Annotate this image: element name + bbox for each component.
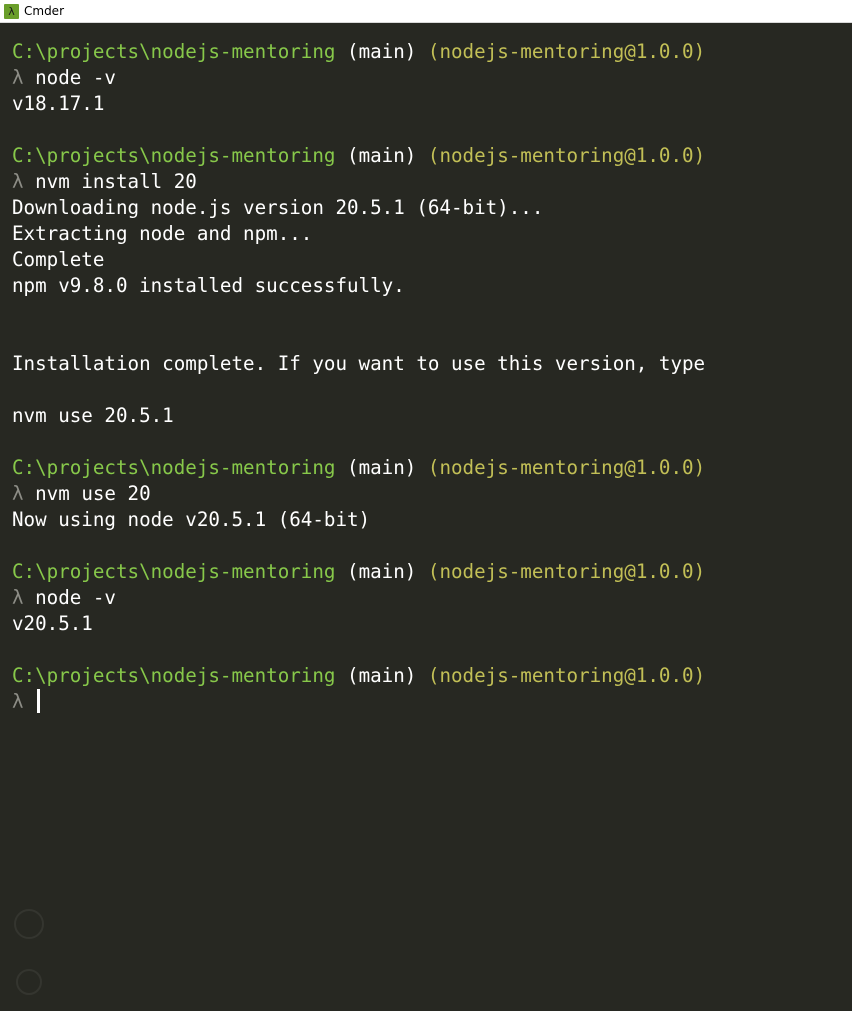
lambda-prompt-icon: λ xyxy=(12,66,24,89)
output-line: Downloading node.js version 20.5.1 (64-b… xyxy=(12,195,705,221)
command-text: nvm install 20 xyxy=(35,170,197,193)
prompt-branch: (main) xyxy=(347,144,417,167)
command-line: λ node -v xyxy=(12,585,705,611)
output-text: v20.5.1 xyxy=(12,612,93,635)
ghost-gear-icon xyxy=(16,969,42,995)
lambda-prompt-icon: λ xyxy=(12,170,24,193)
ghost-circle-icon xyxy=(14,909,44,939)
prompt-path: C:\projects\nodejs-mentoring xyxy=(12,144,336,167)
command-text: nvm use 20 xyxy=(35,482,151,505)
input-line[interactable]: λ xyxy=(12,689,705,715)
text-cursor xyxy=(37,689,41,713)
prompt-branch: (main) xyxy=(347,456,417,479)
output-text: Installation complete. If you want to us… xyxy=(12,352,706,375)
output-text: Now using node v20.5.1 (64-bit) xyxy=(12,508,371,531)
prompt-path: C:\projects\nodejs-mentoring xyxy=(12,560,336,583)
output-text: Extracting node and npm... xyxy=(12,222,313,245)
lambda-icon: λ xyxy=(4,3,19,19)
prompt-line: C:\projects\nodejs-mentoring (main) (nod… xyxy=(12,39,705,65)
output-line: nvm use 20.5.1 xyxy=(12,403,705,429)
blank-line xyxy=(12,325,705,351)
output-line: Now using node v20.5.1 (64-bit) xyxy=(12,507,705,533)
output-line: Installation complete. If you want to us… xyxy=(12,351,705,377)
blank-line xyxy=(12,299,705,325)
output-line: Complete xyxy=(12,247,705,273)
command-line: λ nvm install 20 xyxy=(12,169,705,195)
terminal-output: C:\projects\nodejs-mentoring (main) (nod… xyxy=(12,39,705,715)
output-line: npm v9.8.0 installed successfully. xyxy=(12,273,705,299)
command-text: node -v xyxy=(35,66,116,89)
command-text: node -v xyxy=(35,586,116,609)
blank-line xyxy=(12,533,705,559)
prompt-package: (nodejs-mentoring@1.0.0) xyxy=(427,456,706,479)
prompt-package: (nodejs-mentoring@1.0.0) xyxy=(427,40,706,63)
lambda-prompt-icon: λ xyxy=(12,482,24,505)
prompt-branch: (main) xyxy=(347,664,417,687)
prompt-path: C:\projects\nodejs-mentoring xyxy=(12,456,336,479)
prompt-line: C:\projects\nodejs-mentoring (main) (nod… xyxy=(12,559,705,585)
output-text: nvm use 20.5.1 xyxy=(12,404,174,427)
output-line: v18.17.1 xyxy=(12,91,705,117)
prompt-path: C:\projects\nodejs-mentoring xyxy=(12,664,336,687)
prompt-package: (nodejs-mentoring@1.0.0) xyxy=(427,560,706,583)
lambda-prompt-icon: λ xyxy=(12,690,24,713)
command-line: λ node -v xyxy=(12,65,705,91)
output-text: Downloading node.js version 20.5.1 (64-b… xyxy=(12,196,544,219)
prompt-package: (nodejs-mentoring@1.0.0) xyxy=(427,664,706,687)
output-text: Complete xyxy=(12,248,105,271)
prompt-line: C:\projects\nodejs-mentoring (main) (nod… xyxy=(12,455,705,481)
cmder-window: λ Cmder C:\projects\nodejs-mentoring (ma… xyxy=(0,0,852,1011)
title-bar[interactable]: λ Cmder xyxy=(0,0,852,23)
blank-line xyxy=(12,377,705,403)
prompt-path: C:\projects\nodejs-mentoring xyxy=(12,40,336,63)
prompt-line: C:\projects\nodejs-mentoring (main) (nod… xyxy=(12,663,705,689)
window-title: Cmder xyxy=(24,4,65,18)
prompt-branch: (main) xyxy=(347,560,417,583)
command-line: λ nvm use 20 xyxy=(12,481,705,507)
output-line: v20.5.1 xyxy=(12,611,705,637)
blank-line xyxy=(12,637,705,663)
output-text: v18.17.1 xyxy=(12,92,105,115)
prompt-line: C:\projects\nodejs-mentoring (main) (nod… xyxy=(12,143,705,169)
terminal-area[interactable]: C:\projects\nodejs-mentoring (main) (nod… xyxy=(0,23,852,1011)
prompt-package: (nodejs-mentoring@1.0.0) xyxy=(427,144,706,167)
output-text: npm v9.8.0 installed successfully. xyxy=(12,274,405,297)
lambda-prompt-icon: λ xyxy=(12,586,24,609)
output-line: Extracting node and npm... xyxy=(12,221,705,247)
prompt-branch: (main) xyxy=(347,40,417,63)
blank-line xyxy=(12,117,705,143)
blank-line xyxy=(12,429,705,455)
